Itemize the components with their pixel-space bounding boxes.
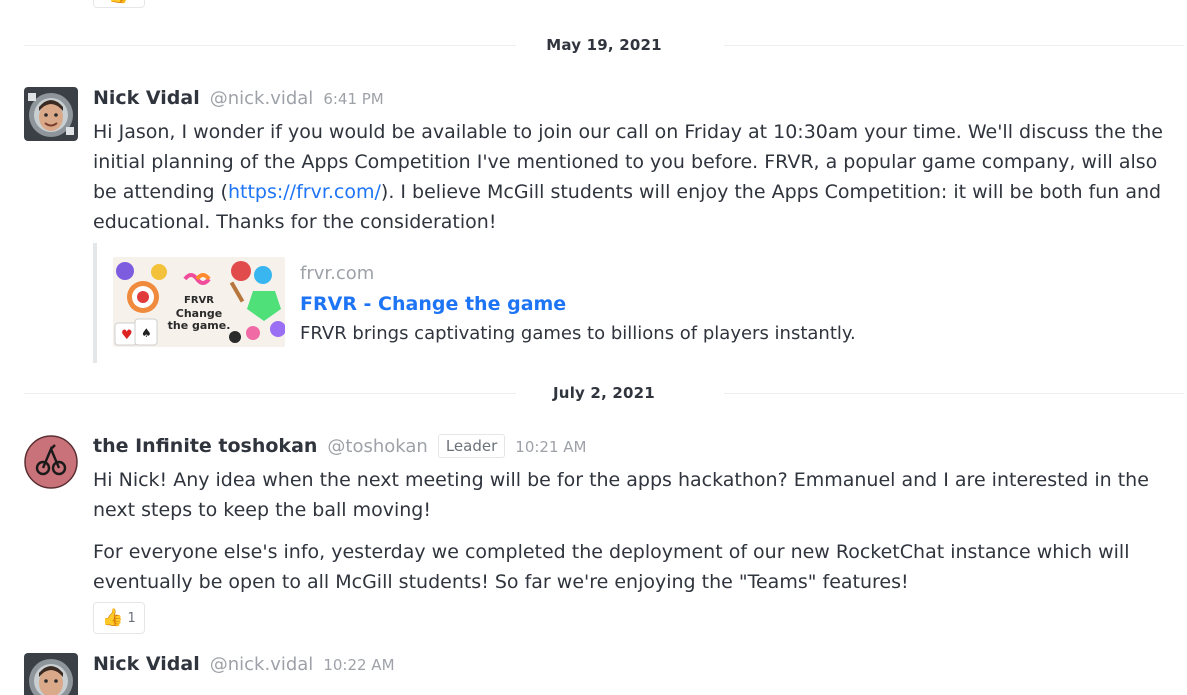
user-handle[interactable]: @toshokan (327, 436, 427, 457)
date-divider-label: May 19, 2021 (546, 36, 662, 54)
svg-text:♥: ♥ (121, 328, 133, 343)
thumbs-up-icon: 👍 (108, 0, 129, 4)
preview-host: frvr.com (300, 263, 375, 284)
preview-description: FRVR brings captivating games to billion… (300, 323, 856, 344)
user-name[interactable]: the Infinite toshokan (93, 435, 317, 457)
reaction-thumbs-up[interactable]: 👍 1 (93, 602, 145, 634)
preview-thumbnail[interactable]: ♥ ♠ FRVR Change the game. (113, 257, 285, 347)
user-handle[interactable]: @nick.vidal (210, 654, 314, 675)
message-time[interactable]: 10:21 AM (515, 438, 586, 456)
svg-text:♠: ♠ (141, 326, 152, 340)
user-name[interactable]: Nick Vidal (93, 87, 200, 109)
message-paragraph: Hi Nick! Any idea when the next meeting … (93, 469, 1149, 521)
message-text: Hi Jason, I wonder if you would be avail… (93, 117, 1174, 237)
avatar[interactable] (24, 87, 78, 141)
avatar[interactable] (24, 435, 78, 489)
date-divider-label: July 2, 2021 (553, 384, 655, 402)
message-time[interactable]: 10:22 AM (323, 656, 394, 674)
link-preview: ♥ ♠ FRVR Change the game. frvr.com FRVR … (93, 243, 1174, 363)
user-handle[interactable]: @nick.vidal (210, 88, 314, 109)
user-name[interactable]: Nick Vidal (93, 653, 200, 675)
thumbs-up-icon: 👍 (102, 607, 124, 628)
thumb-brand: FRVR (184, 295, 214, 306)
reaction-count: 1 (127, 610, 136, 626)
message-link[interactable]: https://frvr.com/ (228, 181, 381, 203)
avatar[interactable] (24, 653, 78, 695)
date-divider: July 2, 2021 (24, 383, 1184, 403)
message-time[interactable]: 6:41 PM (323, 90, 383, 108)
date-divider: May 19, 2021 (24, 35, 1184, 55)
role-badge: Leader (437, 434, 506, 458)
reaction-thumbs-up-partial[interactable]: 👍 (93, 0, 145, 8)
message-paragraph: For everyone else's info, yesterday we c… (93, 541, 1130, 593)
preview-title-link[interactable]: FRVR - Change the game (300, 289, 856, 319)
thumb-tagline-2: the game. (168, 319, 231, 332)
